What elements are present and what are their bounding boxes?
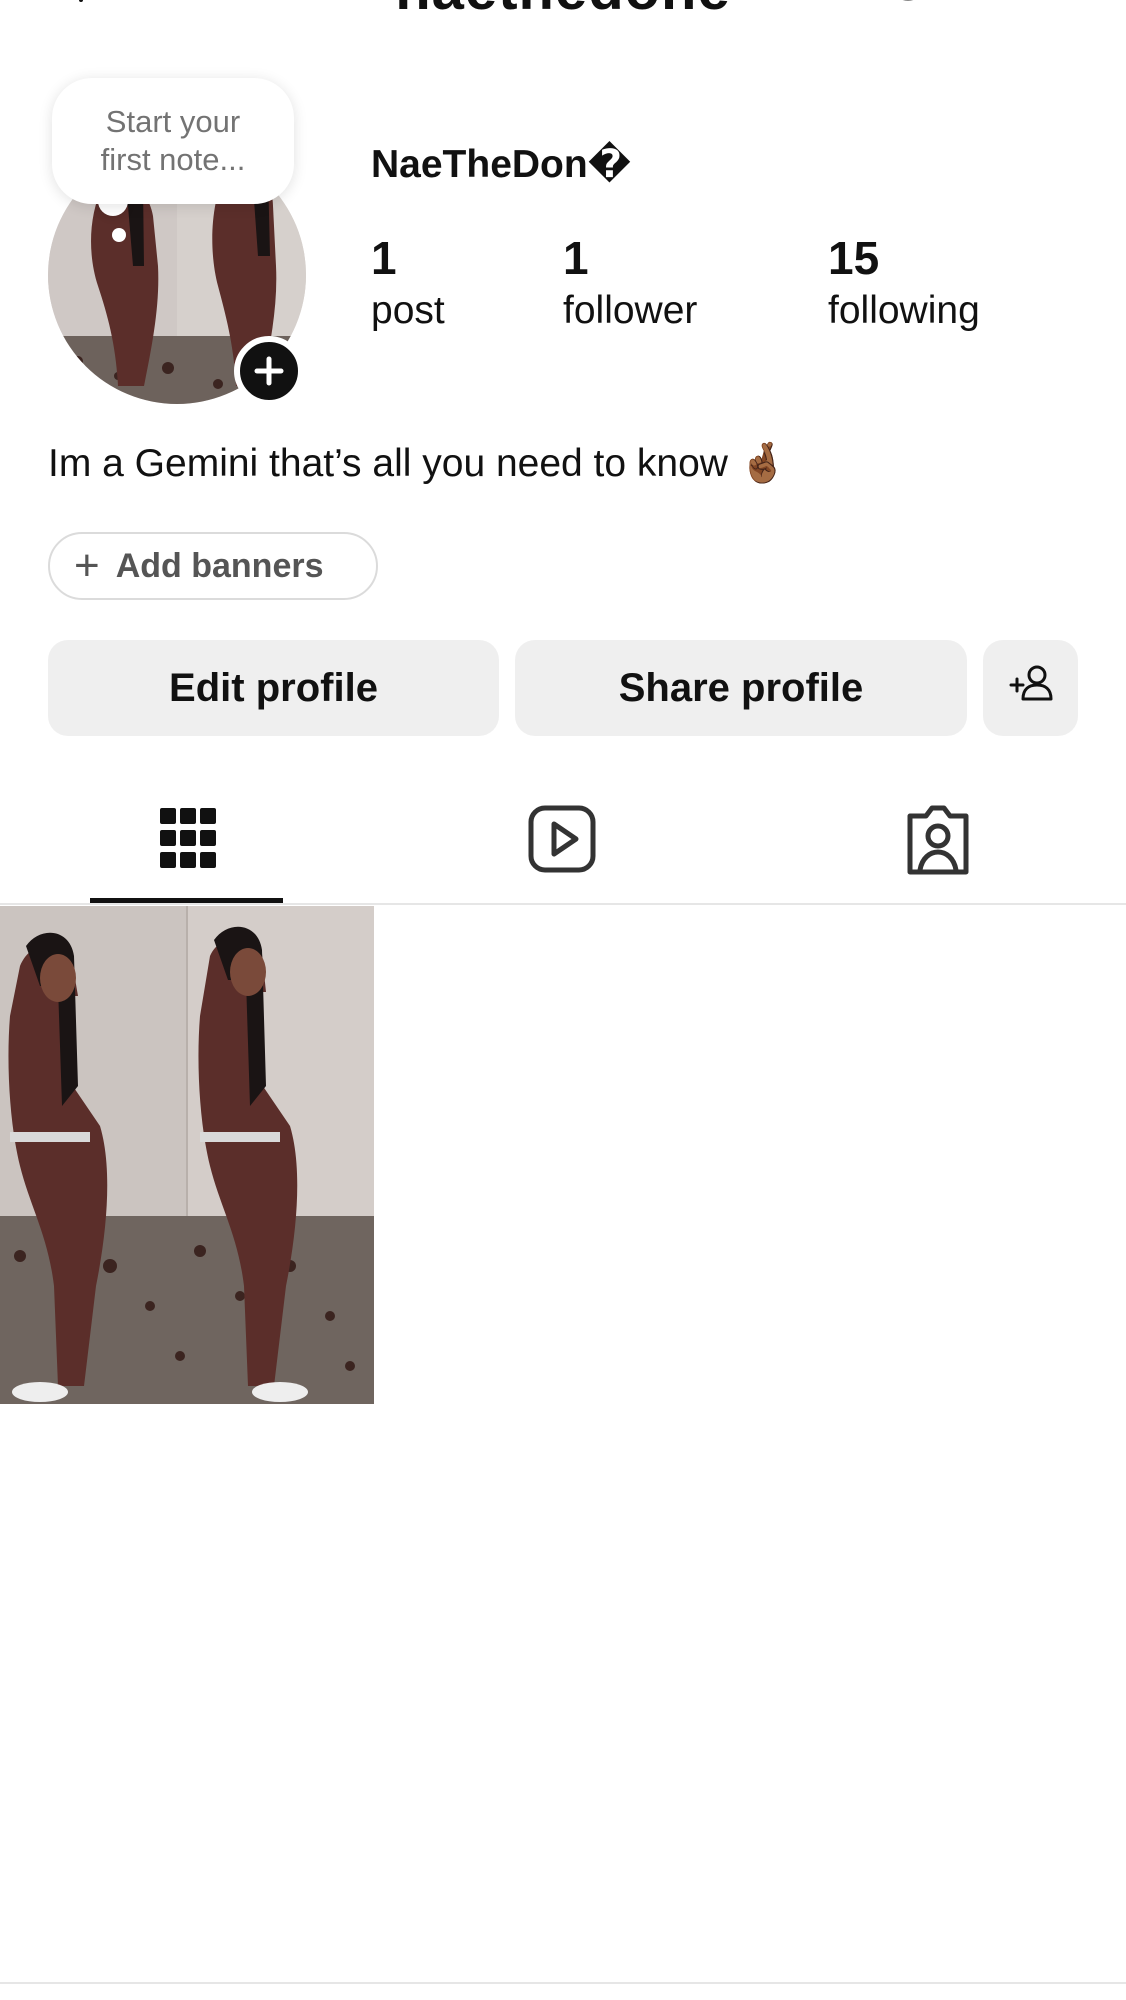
stat-followers-label: follower <box>563 289 698 332</box>
stat-posts-label: post <box>371 289 445 332</box>
share-profile-button[interactable]: Share profile <box>515 640 967 736</box>
add-banners-button[interactable]: + Add banners <box>48 532 378 600</box>
stat-posts[interactable]: 1 post <box>371 232 445 336</box>
stat-posts-value: 1 <box>371 232 397 284</box>
profile-bio: Im a Gemini that’s all you need to know … <box>48 442 788 485</box>
tab-reels[interactable] <box>523 800 603 880</box>
tagged-icon <box>898 805 978 884</box>
note-placeholder-line1: Start your <box>105 104 241 139</box>
threads-icon[interactable] <box>880 0 936 10</box>
add-banners-label: Add banners <box>115 546 324 585</box>
discover-people-button[interactable] <box>983 640 1078 736</box>
plus-icon: + <box>74 541 100 590</box>
reels-icon <box>523 805 603 884</box>
stat-following[interactable]: 15 following <box>828 232 980 336</box>
stat-following-value: 15 <box>828 232 880 284</box>
post-thumbnail[interactable] <box>0 906 374 1404</box>
tab-posts-grid[interactable] <box>148 800 228 880</box>
tab-tagged[interactable] <box>898 800 978 880</box>
stat-followers-value: 1 <box>563 232 589 284</box>
add-story-plus-icon[interactable] <box>234 336 304 406</box>
stat-followers[interactable]: 1 follower <box>563 232 697 336</box>
add-note-bubble[interactable]: Start your first note... <box>52 78 294 204</box>
profile-username-header[interactable]: naethedone <box>0 0 1126 23</box>
tabs-divider <box>0 903 1126 905</box>
share-profile-label: Share profile <box>618 665 864 710</box>
menu-icon[interactable] <box>1010 0 1072 6</box>
add-person-icon <box>1007 663 1055 713</box>
stat-following-label: following <box>828 289 980 332</box>
grid-icon <box>148 808 228 884</box>
display-name: NaeTheDon� <box>371 143 632 186</box>
note-bubble-tail-small <box>112 228 126 242</box>
bottom-nav-divider <box>0 1982 1126 1984</box>
note-placeholder-line2: first note... <box>100 142 246 177</box>
edit-profile-button[interactable]: Edit profile <box>48 640 499 736</box>
edit-profile-label: Edit profile <box>169 665 378 710</box>
